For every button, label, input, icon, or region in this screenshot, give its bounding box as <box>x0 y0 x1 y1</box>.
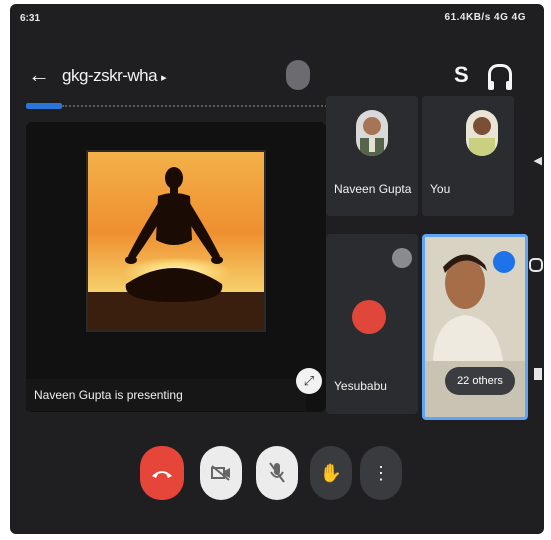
participant-name: Yesubabu <box>334 379 387 393</box>
avatar <box>356 110 388 156</box>
progress-fill <box>26 103 62 109</box>
call-controls: ✋ ⋮ <box>10 442 544 502</box>
participant-name: Naveen Gupta <box>334 182 412 196</box>
participant-tile-you[interactable]: You <box>422 96 514 216</box>
chevron-right-icon: ▸ <box>161 72 167 84</box>
raise-hand-button[interactable]: ✋ <box>310 446 352 500</box>
participant-tile-others[interactable]: 22 others <box>422 234 528 420</box>
presentation-stage[interactable]: Naveen Gupta is presenting ⤢ <box>26 122 326 412</box>
speaking-indicator-icon <box>493 251 515 273</box>
home-circle-icon[interactable] <box>529 258 543 272</box>
speaker-indicator-icon <box>286 60 310 90</box>
top-bar: ← gkg-zskr-wha ▸ S <box>10 56 544 96</box>
switch-camera-icon[interactable]: S <box>454 62 469 88</box>
camera-off-icon <box>211 465 230 481</box>
person-photo-icon <box>469 117 495 156</box>
participant-tile-yesubabu[interactable]: Yesubabu <box>326 234 418 414</box>
camera-toggle-button[interactable] <box>200 446 242 500</box>
fullscreen-icon[interactable]: ⤢ <box>296 368 322 394</box>
meditation-silhouette-icon <box>125 167 223 302</box>
back-triangle-icon[interactable]: ◀ <box>534 154 542 167</box>
system-nav-bar: ◀ <box>529 154 544 384</box>
status-bar: 6:31 61.4KB/s 4G 4G <box>10 4 544 30</box>
back-arrow-icon[interactable]: ← <box>28 64 50 86</box>
more-vert-icon: ⋮ <box>372 463 390 483</box>
audio-output-icon[interactable] <box>488 64 512 90</box>
participant-name: You <box>430 182 451 196</box>
mic-muted-icon <box>392 248 412 268</box>
others-count-chip[interactable]: 22 others <box>445 367 515 395</box>
presenting-banner: Naveen Gupta is presenting <box>26 379 306 411</box>
shared-slide-image <box>86 150 266 332</box>
more-options-button[interactable]: ⋮ <box>360 446 402 500</box>
recents-square-icon[interactable] <box>534 368 542 380</box>
phone-hangup-icon <box>152 471 172 478</box>
meeting-code[interactable]: gkg-zskr-wha ▸ <box>62 66 167 86</box>
presenting-label: Naveen Gupta is presenting <box>34 388 183 402</box>
avatar <box>352 300 386 334</box>
end-call-button[interactable] <box>140 446 184 500</box>
status-time: 6:31 <box>20 13 41 24</box>
avatar <box>466 110 498 156</box>
participant-tile-naveen[interactable]: Naveen Gupta <box>326 96 418 216</box>
status-indicators: 61.4KB/s 4G 4G <box>444 12 526 23</box>
progress-track <box>62 105 346 109</box>
meet-call-screen: 6:31 61.4KB/s 4G 4G ← gkg-zskr-wha ▸ S N… <box>10 4 544 534</box>
raise-hand-icon: ✋ <box>319 463 343 483</box>
mic-off-icon <box>269 462 285 483</box>
mic-toggle-button[interactable] <box>256 446 298 500</box>
person-photo-icon <box>360 117 384 156</box>
connection-progress <box>26 100 346 112</box>
